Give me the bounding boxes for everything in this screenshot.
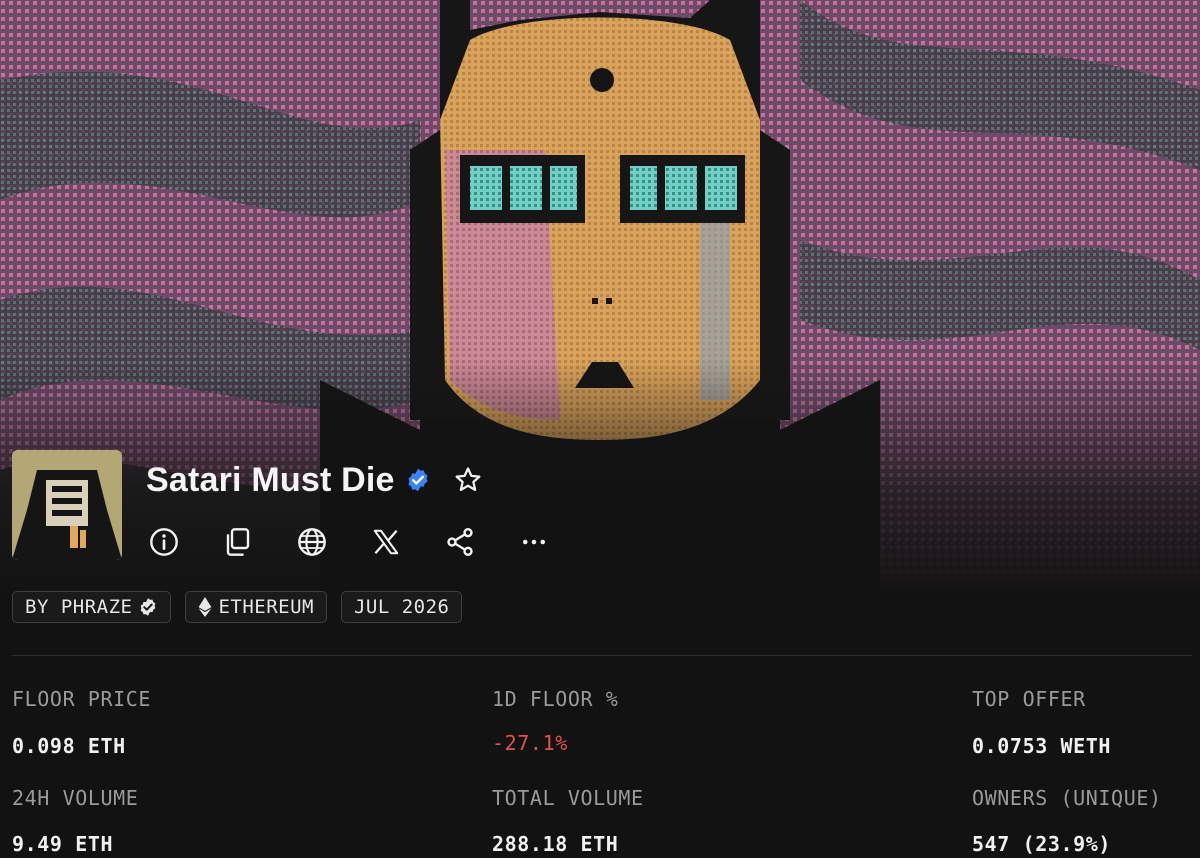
globe-icon[interactable] (294, 524, 330, 560)
collection-header: Satari Must Die (146, 458, 483, 502)
total-volume-label: TOTAL VOLUME (492, 786, 644, 810)
collection-avatar[interactable] (12, 450, 122, 560)
floor-price-label: FLOOR PRICE (12, 687, 152, 711)
top-offer-value: 0.0753 WETH (972, 734, 1112, 758)
volume-24h-value: 9.49 ETH (12, 832, 114, 856)
chain-label: ETHEREUM (218, 596, 314, 618)
date-label: JUL 2026 (353, 596, 450, 618)
avatar-image (12, 450, 122, 560)
share-icon[interactable] (442, 524, 478, 560)
collection-meta-chips: BY PHRAZE ETHEREUM JUL 2026 (12, 591, 463, 623)
creator-verified-icon (138, 597, 158, 617)
copy-icon[interactable] (220, 524, 256, 560)
chain-chip[interactable]: ETHEREUM (185, 591, 327, 623)
owners-value: 547 (23.9%) (972, 832, 1112, 856)
creator-chip[interactable]: BY PHRAZE (12, 591, 172, 623)
date-chip: JUL 2026 (340, 591, 463, 623)
collection-title: Satari Must Die (146, 460, 395, 499)
section-divider (12, 655, 1192, 656)
collection-banner (0, 0, 1200, 600)
creator-label: BY PHRAZE (25, 596, 133, 618)
floor-change-label: 1D FLOOR % (492, 687, 619, 711)
total-volume-value: 288.18 ETH (492, 832, 619, 856)
owners-label: OWNERS (UNIQUE) (972, 786, 1162, 810)
ethereum-icon (198, 597, 212, 617)
floor-price-value: 0.098 ETH (12, 734, 126, 758)
info-icon[interactable] (146, 524, 182, 560)
action-bar (146, 520, 590, 564)
verified-badge-icon (405, 467, 431, 493)
more-horizontal-icon[interactable] (516, 524, 552, 560)
volume-24h-label: 24H VOLUME (12, 786, 139, 810)
x-logo-icon[interactable] (368, 524, 404, 560)
top-offer-label: TOP OFFER (972, 687, 1086, 711)
favorite-star-icon[interactable] (453, 465, 483, 495)
floor-change-value: -27.1% (492, 731, 568, 755)
